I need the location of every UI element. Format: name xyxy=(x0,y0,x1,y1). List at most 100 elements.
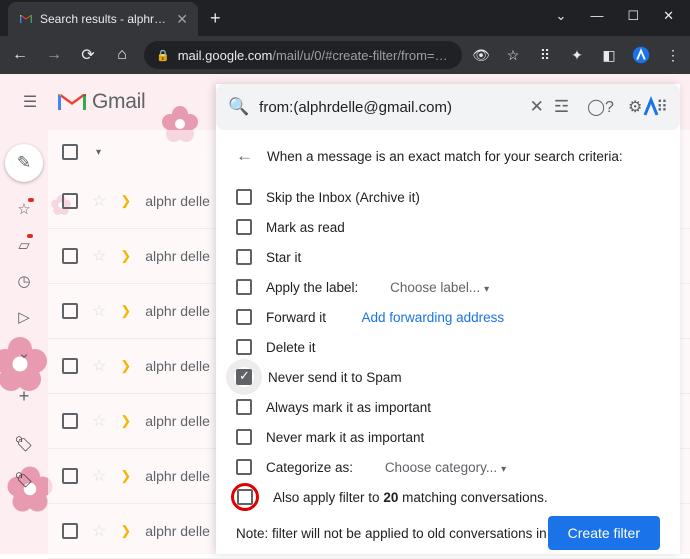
back-arrow-icon[interactable]: ← xyxy=(236,146,253,166)
opt-apply-label[interactable]: Apply the label: Choose label...▾ xyxy=(236,272,660,302)
star-icon[interactable]: ☆ xyxy=(92,246,106,266)
select-all-checkbox[interactable] xyxy=(62,144,78,160)
opt-star-it[interactable]: Star it xyxy=(236,242,660,272)
checkbox[interactable] xyxy=(236,459,252,475)
checkbox[interactable] xyxy=(236,309,252,325)
opt-forward-it[interactable]: Forward it Add forwarding address xyxy=(236,302,660,332)
translate-icon[interactable]: ⠿ xyxy=(536,46,554,64)
more-rail-icon[interactable]: ⌄ xyxy=(18,344,31,362)
importance-icon[interactable]: ❯ xyxy=(120,303,131,319)
checkbox[interactable] xyxy=(236,279,252,295)
opt-also-apply[interactable]: Also apply filter to 20 matching convers… xyxy=(236,482,660,512)
checkbox-checked[interactable] xyxy=(236,369,252,385)
opt-mark-read[interactable]: Mark as read xyxy=(236,212,660,242)
checkbox[interactable] xyxy=(236,249,252,265)
checkbox[interactable] xyxy=(236,399,252,415)
filter-body: ← When a message is an exact match for y… xyxy=(216,134,680,554)
checkbox[interactable] xyxy=(237,489,253,505)
search-query[interactable]: from:(alphrdelle@gmail.com) xyxy=(259,99,519,116)
importance-icon[interactable]: ❯ xyxy=(120,358,131,374)
compose-button[interactable]: ✎ xyxy=(5,144,43,182)
main-menu-button[interactable]: ☰ xyxy=(10,82,50,122)
opt-never-important[interactable]: Never mark it as important xyxy=(236,422,660,452)
browser-menu-icon[interactable]: ⋮ xyxy=(664,46,682,64)
browser-titlebar: Search results - alphr101@gmail. ✕ + ⌄ ―… xyxy=(0,0,690,36)
checkbox[interactable] xyxy=(236,339,252,355)
row-checkbox[interactable] xyxy=(62,358,78,374)
create-filter-button[interactable]: Create filter xyxy=(548,516,660,550)
browser-toolbar: ← → ⟳ ⌂ 🔒 mail.google.com/mail/u/0/#crea… xyxy=(0,36,690,74)
eye-icon[interactable]: 👁 xyxy=(472,46,490,64)
sender-name: alphr delle xyxy=(145,468,210,484)
importance-icon[interactable]: ❯ xyxy=(120,193,131,209)
reload-button[interactable]: ⟳ xyxy=(76,45,100,65)
gmail-app: ☰ Gmail ✎ ☆ ▱ ◷ ▷ ⌄ + 🏷 🏷 ▾ ⟳ ⋮ ☆❯al xyxy=(0,74,690,554)
gmail-logo[interactable]: Gmail xyxy=(58,90,145,114)
tab-title: Search results - alphr101@gmail. xyxy=(40,12,170,26)
star-icon[interactable]: ☆ xyxy=(92,191,106,211)
sender-name: alphr delle xyxy=(145,248,210,264)
add-forwarding-link[interactable]: Add forwarding address xyxy=(362,310,505,325)
search-icon[interactable]: 🔍 xyxy=(228,97,249,117)
opt-categorize[interactable]: Categorize as: Choose category...▾ xyxy=(236,452,660,482)
chevron-down-icon[interactable]: ⌄ xyxy=(556,8,567,24)
row-checkbox[interactable] xyxy=(62,193,78,209)
label-select[interactable]: Choose label...▾ xyxy=(390,280,489,295)
alphr-icon[interactable] xyxy=(632,46,650,64)
opt-delete-it[interactable]: Delete it xyxy=(236,332,660,362)
label-icon-1[interactable]: 🏷 xyxy=(14,435,33,453)
forward-button: → xyxy=(42,46,66,64)
clear-search-icon[interactable]: ✕ xyxy=(530,97,544,117)
sent-rail-icon[interactable]: ▷ xyxy=(18,308,30,326)
star-bookmark-icon[interactable]: ☆ xyxy=(504,46,522,64)
importance-icon[interactable]: ❯ xyxy=(120,523,131,539)
inbox-rail-icon[interactable]: ☆ xyxy=(17,200,30,218)
add-rail-icon[interactable]: + xyxy=(19,386,30,407)
checkbox[interactable] xyxy=(236,219,252,235)
importance-icon[interactable]: ❯ xyxy=(120,248,131,264)
star-icon[interactable]: ☆ xyxy=(92,411,106,431)
browser-tab[interactable]: Search results - alphr101@gmail. ✕ xyxy=(8,2,198,36)
alphr-badge[interactable] xyxy=(638,94,664,120)
label-icon-2[interactable]: 🏷 xyxy=(14,471,33,489)
close-window-button[interactable]: ✕ xyxy=(663,8,674,24)
checkbox[interactable] xyxy=(236,189,252,205)
row-checkbox[interactable] xyxy=(62,248,78,264)
tab-close-icon[interactable]: ✕ xyxy=(176,11,188,28)
star-icon[interactable]: ☆ xyxy=(92,301,106,321)
sender-name: alphr delle xyxy=(145,193,210,209)
home-button[interactable]: ⌂ xyxy=(110,46,134,64)
puzzle-icon[interactable]: ✦ xyxy=(568,46,586,64)
star-icon[interactable]: ☆ xyxy=(92,356,106,376)
select-caret-icon[interactable]: ▾ xyxy=(96,147,101,158)
search-options-icon[interactable]: ☲ xyxy=(554,97,569,117)
back-button[interactable]: ← xyxy=(8,46,32,64)
star-icon[interactable]: ☆ xyxy=(92,466,106,486)
row-checkbox[interactable] xyxy=(62,523,78,539)
opt-always-important[interactable]: Always mark it as important xyxy=(236,392,660,422)
sender-name: alphr delle xyxy=(145,303,210,319)
row-checkbox[interactable] xyxy=(62,303,78,319)
row-checkbox[interactable] xyxy=(62,413,78,429)
importance-icon[interactable]: ❯ xyxy=(120,468,131,484)
sender-name: alphr delle xyxy=(145,523,210,539)
new-tab-button[interactable]: + xyxy=(210,8,221,29)
row-checkbox[interactable] xyxy=(62,468,78,484)
toolbar-extensions: 👁 ☆ ⠿ ✦ ◧ ⋮ xyxy=(472,46,682,64)
star-icon[interactable]: ☆ xyxy=(92,521,106,541)
maximize-button[interactable]: ☐ xyxy=(627,8,639,24)
filter-panel: 🔍 from:(alphrdelle@gmail.com) ✕ ☲ ◯? ⚙ ⠿… xyxy=(216,84,680,554)
category-select[interactable]: Choose category...▾ xyxy=(385,460,506,475)
starred-rail-icon[interactable]: ▱ xyxy=(18,236,30,254)
importance-icon[interactable]: ❯ xyxy=(120,413,131,429)
cube-icon[interactable]: ◧ xyxy=(600,46,618,64)
checkbox[interactable] xyxy=(236,429,252,445)
opt-skip-inbox[interactable]: Skip the Inbox (Archive it) xyxy=(236,182,660,212)
support-icon[interactable]: ◯? xyxy=(587,97,614,117)
url-bar[interactable]: 🔒 mail.google.com/mail/u/0/#create-filte… xyxy=(144,41,462,69)
url-text: mail.google.com/mail/u/0/#create-filter/… xyxy=(178,48,450,63)
minimize-button[interactable]: ― xyxy=(590,8,603,24)
opt-never-spam[interactable]: Never send it to Spam xyxy=(236,362,660,392)
gmail-favicon xyxy=(18,11,34,27)
snoozed-rail-icon[interactable]: ◷ xyxy=(17,272,30,290)
